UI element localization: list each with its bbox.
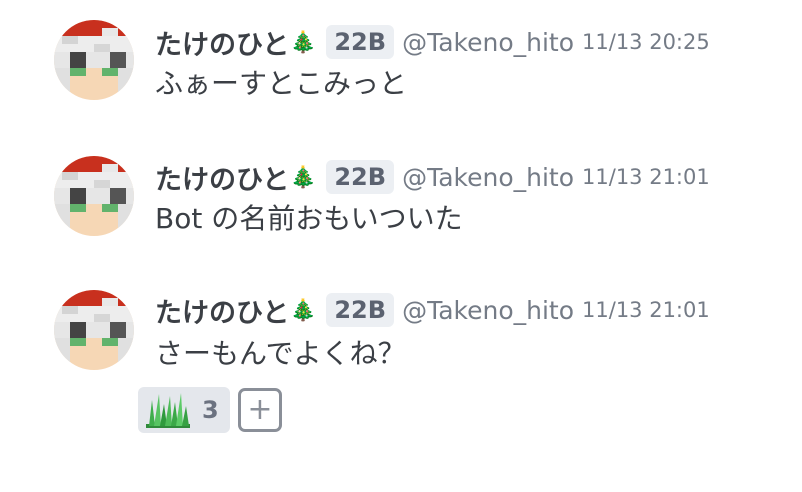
avatar[interactable] <box>54 20 134 100</box>
message-text: Bot の名前おもいついた <box>155 202 463 235</box>
display-name[interactable]: たけのひと <box>155 158 289 197</box>
user-avatar-icon <box>54 290 134 370</box>
message-header: たけのひと 🎄 22B @Takeno_hito 11/13 21:01 <box>155 158 710 197</box>
add-reaction-button[interactable]: + <box>238 388 282 432</box>
christmas-tree-icon: 🎄 <box>290 29 317 54</box>
user-handle[interactable]: @Takeno_hito <box>402 296 574 325</box>
user-badge: 22B <box>326 25 395 59</box>
timestamp[interactable]: 11/13 21:01 <box>582 165 710 189</box>
display-name[interactable]: たけのひと <box>155 291 289 330</box>
grass-stamp-icon <box>146 393 190 428</box>
christmas-tree-icon: 🎄 <box>290 297 317 322</box>
message-text: さーもんでよくね？ <box>155 337 406 370</box>
user-avatar-icon <box>54 20 134 100</box>
message-header: たけのひと 🎄 22B @Takeno_hito 11/13 20:25 <box>155 23 710 62</box>
message-header: たけのひと 🎄 22B @Takeno_hito 11/13 21:01 <box>155 291 710 330</box>
user-badge: 22B <box>326 160 395 194</box>
user-avatar-icon <box>54 156 134 236</box>
avatar[interactable] <box>54 156 134 236</box>
avatar[interactable] <box>54 290 134 370</box>
user-handle[interactable]: @Takeno_hito <box>402 163 574 192</box>
reaction-count: 3 <box>202 396 219 424</box>
message-text: ふぁーすとこみっと <box>155 67 408 100</box>
christmas-tree-icon: 🎄 <box>290 164 317 189</box>
display-name[interactable]: たけのひと <box>155 23 289 62</box>
reaction-stamp[interactable]: 3 <box>138 387 230 433</box>
timestamp[interactable]: 11/13 21:01 <box>582 298 710 322</box>
timestamp[interactable]: 11/13 20:25 <box>582 30 710 54</box>
reaction-bar: 3 + <box>138 387 282 433</box>
user-handle[interactable]: @Takeno_hito <box>402 28 574 57</box>
user-badge: 22B <box>326 293 395 327</box>
